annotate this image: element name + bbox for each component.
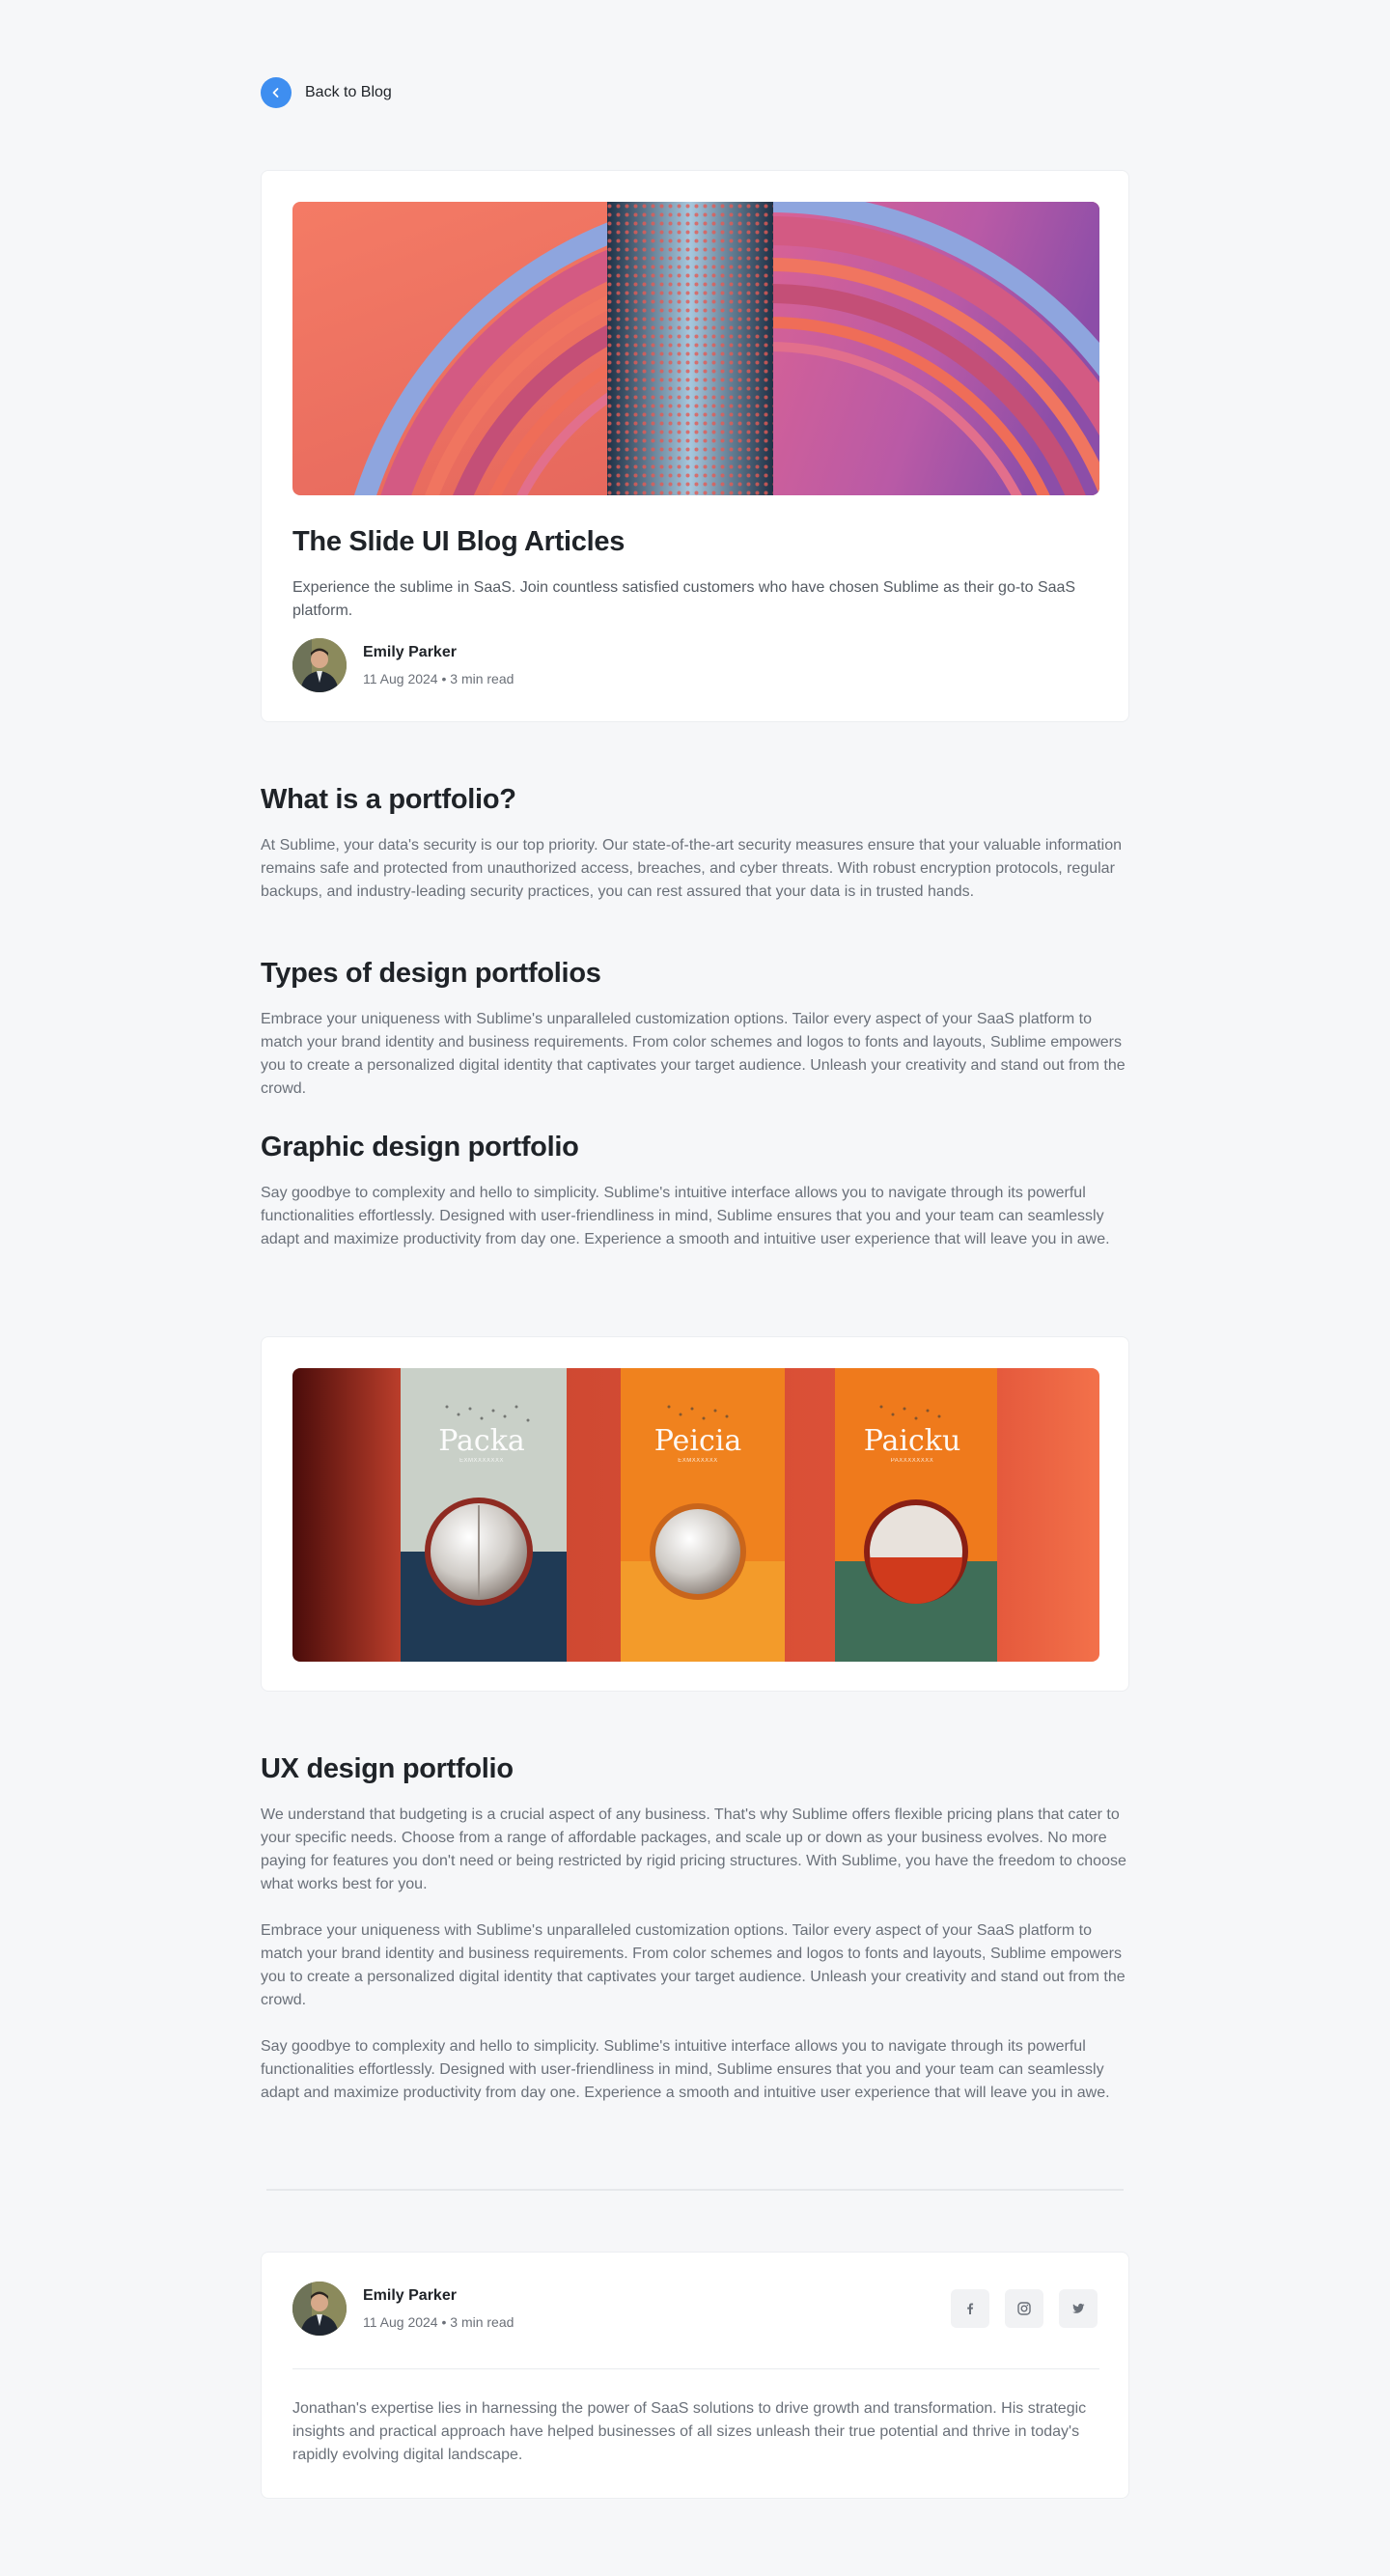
section-heading: Types of design portfolios — [261, 958, 601, 989]
product-label-2: Peicia — [653, 1424, 742, 1458]
author-meta: 11 Aug 2024 • 3 min read — [363, 2314, 514, 2330]
product-image-card: Packa EXMXXXXXXX Peicia EXMXXXXXX Paicku… — [261, 1336, 1129, 1692]
instagram-icon — [1017, 2302, 1031, 2315]
section-body: Say goodbye to complexity and hello to s… — [261, 1185, 1110, 1247]
author-name: Emily Parker — [363, 2287, 457, 2304]
author-name: Emily Parker — [363, 644, 457, 660]
section-body: Embrace your uniqueness with Sublime's u… — [261, 1011, 1126, 1097]
back-to-blog-link[interactable]: Back to Blog — [261, 77, 392, 108]
bio-author: Emily Parker 11 Aug 2024 • 3 min read — [292, 2282, 514, 2336]
social-links — [951, 2289, 1098, 2328]
product-sublabel-2: EXMXXXXXX — [678, 1458, 718, 1464]
section-body: Say goodbye to complexity and hello to s… — [261, 2038, 1110, 2101]
back-arrow-icon — [261, 77, 292, 108]
hero-image — [292, 202, 1099, 495]
author-bio-card: Emily Parker 11 Aug 2024 • 3 min read Jo… — [261, 2252, 1129, 2499]
hero-author: Emily Parker 11 Aug 2024 • 3 min read — [292, 638, 514, 692]
product-label-3: Paicku — [863, 1424, 961, 1458]
instagram-link[interactable] — [1005, 2289, 1043, 2328]
twitter-link[interactable] — [1059, 2289, 1098, 2328]
product-sublabel-3: PAXXXXXXXX — [890, 1458, 934, 1464]
product-sublabel-1: EXMXXXXXXX — [459, 1458, 504, 1464]
divider — [266, 2189, 1124, 2191]
author-avatar — [292, 638, 347, 692]
section-heading: Graphic design portfolio — [261, 1132, 579, 1162]
section-body: We understand that budgeting is a crucia… — [261, 1806, 1126, 1892]
bio-divider — [292, 2368, 1099, 2369]
author-avatar — [292, 2282, 347, 2336]
article-description: Experience the sublime in SaaS. Join cou… — [292, 579, 1076, 619]
author-bio-text: Jonathan's expertise lies in harnessing … — [292, 2400, 1087, 2463]
section-body: At Sublime, your data's security is our … — [261, 837, 1123, 900]
section-heading: What is a portfolio? — [261, 784, 516, 815]
product-image: Packa EXMXXXXXXX Peicia EXMXXXXXX Paicku… — [292, 1368, 1099, 1662]
section-heading: UX design portfolio — [261, 1753, 514, 1784]
facebook-link[interactable] — [951, 2289, 989, 2328]
author-meta: 11 Aug 2024 • 3 min read — [363, 671, 514, 686]
twitter-icon — [1072, 2303, 1085, 2313]
article-title: The Slide UI Blog Articles — [292, 526, 626, 557]
product-label-1: Packa — [438, 1424, 525, 1458]
section-body: Embrace your uniqueness with Sublime's u… — [261, 1922, 1126, 2008]
back-to-blog-label: Back to Blog — [305, 84, 392, 100]
facebook-icon — [967, 2303, 974, 2314]
hero-card: The Slide UI Blog Articles Experience th… — [261, 170, 1129, 722]
